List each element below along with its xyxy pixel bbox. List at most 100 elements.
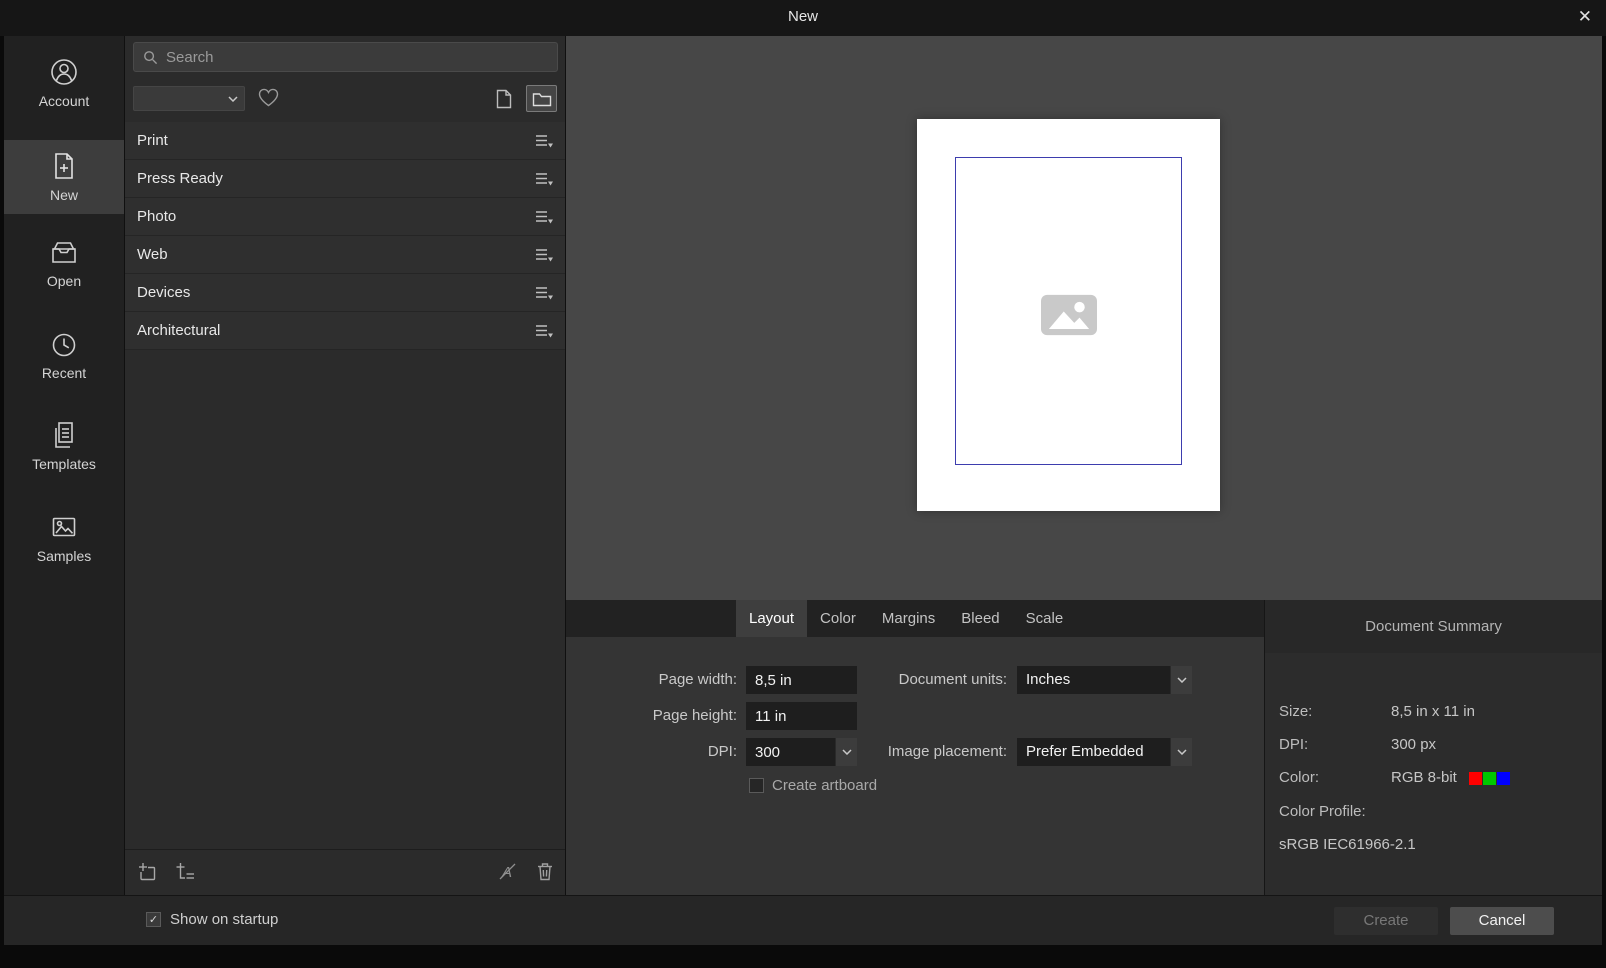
sidebar-item-label: New [49, 187, 78, 203]
category-menu-icon[interactable] [535, 210, 553, 224]
sidebar-item-samples[interactable]: Samples [4, 507, 124, 569]
image-placement-select[interactable]: Prefer Embedded [1017, 738, 1192, 766]
sidebar-item-label: Samples [36, 548, 92, 564]
category-filter-select[interactable] [133, 86, 245, 111]
image-placement-value: Prefer Embedded [1026, 743, 1144, 760]
summary-size-label: Size: [1279, 703, 1313, 720]
summary-profile-label: Color Profile: [1279, 803, 1366, 820]
create-artboard-checkbox[interactable] [749, 778, 764, 793]
samples-icon [52, 517, 76, 537]
category-row-photo[interactable]: Photo [125, 198, 565, 236]
search-input[interactable] [166, 48, 548, 66]
cancel-button[interactable]: Cancel [1450, 907, 1554, 935]
show-on-startup-checkbox[interactable]: ✓ [146, 912, 161, 927]
account-icon [51, 59, 77, 85]
show-on-startup-label: Show on startup [170, 911, 279, 928]
search-icon [144, 50, 158, 64]
page-preview [917, 119, 1220, 511]
image-placement-label: Image placement: [887, 743, 1007, 760]
preset-toolbar: A [125, 849, 565, 895]
create-artboard-label: Create artboard [772, 777, 878, 794]
category-row-architectural[interactable]: Architectural [125, 312, 565, 350]
favorites-toggle[interactable] [258, 88, 282, 110]
category-label: Devices [137, 284, 191, 301]
category-label: Press Ready [137, 170, 223, 187]
title-bar: New ✕ [0, 0, 1606, 36]
dialog-content: Account New Open Recent Templates Sample… [4, 36, 1602, 945]
chevron-down-icon [1170, 666, 1192, 694]
category-label: Architectural [137, 322, 221, 339]
page-width-label: Page width: [658, 671, 737, 688]
chevron-down-icon [228, 96, 238, 102]
templates-icon [55, 422, 73, 448]
layout-form: Page width: Document units: Inches Page … [566, 637, 1264, 895]
dialog-footer: ✓ Show on startup Create Cancel [4, 895, 1602, 945]
recent-icon [52, 333, 76, 357]
category-label: Photo [137, 208, 177, 225]
create-button[interactable]: Create [1334, 907, 1438, 935]
document-units-value: Inches [1026, 671, 1071, 688]
sidebar-item-label: Recent [41, 365, 87, 381]
category-row-web[interactable]: Web [125, 236, 565, 274]
sidebar: Account New Open Recent Templates Sample… [4, 36, 125, 895]
summary-dpi-label: DPI: [1279, 736, 1309, 753]
sidebar-item-templates[interactable]: Templates [4, 415, 124, 477]
dialog-title: New [787, 8, 818, 25]
new-document-icon [55, 153, 73, 179]
red-swatch [1468, 771, 1482, 785]
summary-color-label: Color: [1279, 769, 1320, 786]
heart-icon [258, 88, 279, 107]
dpi-label: DPI: [707, 743, 737, 760]
page-height-input[interactable] [746, 702, 857, 730]
tab-scale[interactable]: Scale [1013, 600, 1077, 637]
tab-layout[interactable]: Layout [736, 600, 808, 637]
dpi-input[interactable] [746, 738, 835, 766]
sidebar-item-open[interactable]: Open [4, 232, 124, 294]
document-units-select[interactable]: Inches [1017, 666, 1192, 694]
tab-color[interactable]: Color [807, 600, 869, 637]
page-height-label: Page height: [652, 707, 737, 724]
sidebar-item-recent[interactable]: Recent [4, 324, 124, 386]
category-row-devices[interactable]: Devices [125, 274, 565, 312]
category-label: Web [137, 246, 168, 263]
category-menu-icon[interactable] [535, 172, 553, 186]
folder-icon [532, 92, 551, 106]
summary-dpi-value: 300 px [1391, 736, 1437, 753]
file-icon [496, 89, 512, 109]
summary-color-value: RGB 8-bit [1391, 769, 1457, 786]
new-category-button[interactable] [176, 862, 195, 881]
sidebar-item-account[interactable]: Account [4, 52, 124, 114]
sidebar-item-label: Templates [32, 456, 96, 472]
category-menu-icon[interactable] [535, 286, 553, 300]
summary-size-value: 8,5 in x 11 in [1391, 703, 1475, 720]
tab-bleed[interactable]: Bleed [948, 600, 1012, 637]
rgb-swatches [1468, 771, 1510, 785]
delete-preset-button[interactable] [536, 862, 554, 881]
presets-panel: Print Press Ready Photo [125, 36, 566, 895]
chevron-down-icon [1170, 738, 1192, 766]
category-row-print[interactable]: Print [125, 122, 565, 160]
category-row-press-ready[interactable]: Press Ready [125, 160, 565, 198]
category-menu-icon[interactable] [535, 248, 553, 262]
new-document-dialog: New ✕ Account New Open Recent Templates … [0, 0, 1606, 968]
sidebar-item-new[interactable]: New [4, 140, 124, 214]
summary-profile-value: sRGB IEC61966-2.1 [1279, 836, 1416, 853]
document-summary-panel: Document Summary Size: 8,5 in x 11 in DP… [1264, 600, 1602, 895]
blue-swatch [1496, 771, 1510, 785]
show-on-startup: ✓ Show on startup [146, 911, 278, 928]
document-summary-title: Document Summary [1265, 600, 1602, 653]
rename-preset-button[interactable]: A [499, 862, 517, 881]
new-preset-button[interactable] [138, 862, 157, 881]
open-icon [52, 242, 76, 263]
document-view-toggle[interactable] [493, 87, 515, 111]
close-icon[interactable]: ✕ [1578, 7, 1592, 27]
page-margin-guide [955, 157, 1182, 465]
search-box [133, 42, 558, 72]
preset-controls-row [125, 84, 565, 114]
folder-view-toggle[interactable] [526, 85, 557, 112]
category-menu-icon[interactable] [535, 134, 553, 148]
document-units-label: Document units: [898, 671, 1007, 688]
category-menu-icon[interactable] [535, 324, 553, 338]
sidebar-item-label: Open [46, 273, 82, 289]
tab-margins[interactable]: Margins [869, 600, 948, 637]
